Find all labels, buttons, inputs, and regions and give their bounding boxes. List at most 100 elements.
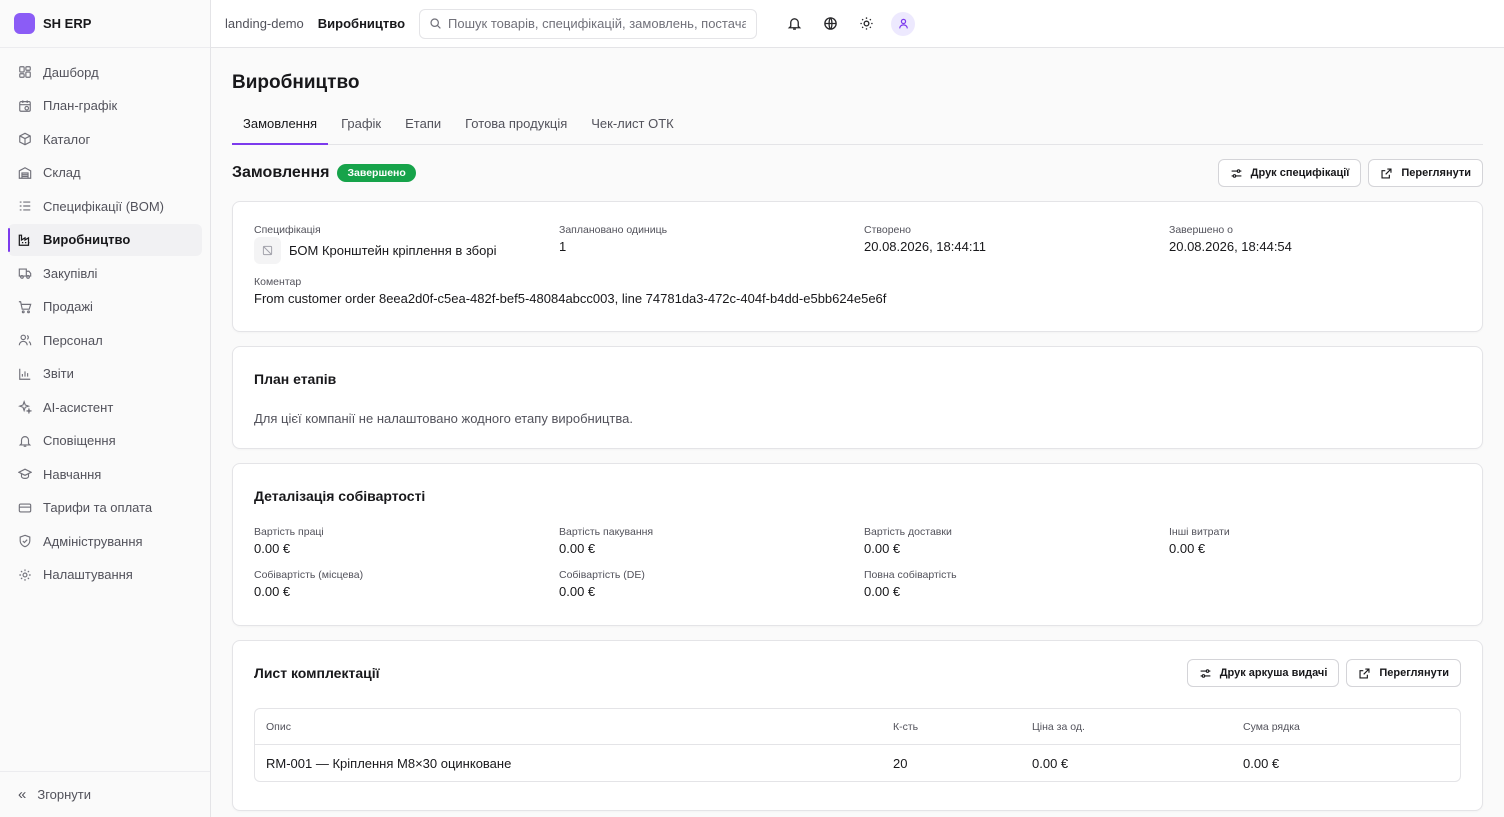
print-spec-button[interactable]: Друк специфікації [1217,159,1362,187]
picklist-title: Лист комплектації [254,665,380,681]
sidebar-item-warehouse[interactable]: Склад [8,157,202,189]
sidebar-item-label: Каталог [43,131,91,147]
warehouse-icon [18,166,32,180]
cost-value: 0.00 € [864,541,901,556]
sidebar-nav: Дашборд План-графік Каталог Склад Специф… [0,48,210,771]
table-header: Опис К-сть Ціна за од. Сума рядка [255,709,1460,745]
user-avatar[interactable] [891,11,916,36]
cost-item: Вартість доставки 0.00 € [864,526,1169,556]
cost-value: 0.00 € [254,584,291,599]
comment-value: From customer order 8eea2d0f-c5ea-482f-b… [254,291,887,306]
sidebar-item-reports[interactable]: Звіти [8,358,202,390]
tabs: Замовлення Графік Етапи Готова продукція… [232,113,1483,145]
sidebar-item-staff[interactable]: Персонал [8,324,202,356]
factory-icon [18,233,32,247]
stages-card: План етапів Для цієї компанії не налашто… [232,346,1483,449]
spec-field: Специфікація БОМ Кронштейн кріплення в з… [254,224,559,264]
sidebar-item-billing[interactable]: Тарифи та оплата [8,492,202,524]
cost-item: Вартість пакування 0.00 € [559,526,864,556]
order-header: Замовлення Завершено Друк специфікації П… [232,159,1483,187]
sidebar-item-label: Тарифи та оплата [43,500,153,515]
sidebar-item-notifications[interactable]: Сповіщення [8,425,202,457]
comment-label: Коментар [254,276,302,288]
bell-icon[interactable] [783,13,805,35]
sidebar-item-label: Специфікації (BOM) [43,198,164,214]
completed-value: 20.08.2026, 18:44:54 [1169,239,1292,254]
sidebar-item-admin[interactable]: Адміністрування [8,525,202,557]
calendar-icon [18,99,32,113]
sidebar-item-ai[interactable]: AI-асистент [8,391,202,423]
table-row[interactable]: RM-001 — Кріплення M8×30 оцинковане 20 0… [255,745,1460,781]
print-issue-sheet-label: Друк аркуша видачі [1219,667,1328,679]
column-header-unit-price[interactable]: Ціна за од. [1032,721,1243,733]
picklist-card: Лист комплектації Друк аркуша видачі Пер… [232,640,1483,811]
tab-finished-goods[interactable]: Готова продукція [454,113,578,145]
picklist-view-label: Переглянути [1379,667,1449,679]
tab-schedule[interactable]: Графік [330,113,392,145]
sidebar-item-label: Сповіщення [43,433,116,448]
globe-icon[interactable] [819,13,841,35]
stages-title: План етапів [254,371,337,387]
topbar: landing-demo Виробництво [211,0,1504,48]
completed-label: Завершено о [1169,224,1233,236]
planned-label: Заплановано одиниць [559,224,668,236]
brand[interactable]: SH ERP [0,0,210,48]
collapse-sidebar-button[interactable]: « Згорнути [0,771,210,817]
tab-qc-checklist[interactable]: Чек-лист ОТК [580,113,684,145]
sidebar-item-label: Продажі [43,299,93,314]
column-header-qty[interactable]: К-сть [893,721,1032,733]
cost-label: Повна собівартість [864,569,957,581]
print-spec-label: Друк специфікації [1250,167,1350,179]
dashboard-icon [18,65,32,79]
sidebar-item-dashboard[interactable]: Дашборд [8,56,202,88]
column-header-line-total[interactable]: Сума рядка [1243,721,1460,733]
sidebar-item-learning[interactable]: Навчання [8,458,202,490]
sidebar-item-catalog[interactable]: Каталог [8,123,202,155]
cost-item: Повна собівартість 0.00 € [864,569,1169,599]
cost-value: 0.00 € [559,584,596,599]
sidebar-item-schedule[interactable]: План-графік [8,90,202,122]
sidebar-item-label: Виробництво [43,232,131,247]
print-issue-sheet-button[interactable]: Друк аркуша видачі [1186,659,1340,687]
cost-label: Вартість праці [254,526,324,538]
picklist-view-button[interactable]: Переглянути [1346,659,1461,687]
sidebar-item-purchases[interactable]: Закупівлі [8,257,202,289]
sidebar-item-sales[interactable]: Продажі [8,291,202,323]
created-value: 20.08.2026, 18:44:11 [864,239,986,254]
search-box[interactable] [419,8,758,39]
costs-title: Деталізація собівартості [254,488,426,504]
picklist-table: Опис К-сть Ціна за од. Сума рядка RM-001… [254,708,1461,782]
cost-label: Собівартість (місцева) [254,569,364,581]
brand-name: SH ERP [43,16,92,31]
sidebar-item-label: План-графік [43,98,118,113]
cost-value: 0.00 € [1169,541,1206,556]
cost-value: 0.00 € [559,541,596,556]
sun-icon[interactable] [855,13,877,35]
completed-field: Завершено о 20.08.2026, 18:44:54 [1169,224,1461,264]
spec-value[interactable]: БОМ Кронштейн кріплення в зборі [289,243,496,258]
sliders-icon [1231,168,1242,178]
tab-stages[interactable]: Етапи [394,113,452,145]
sidebar-item-production[interactable]: Виробництво [8,223,202,256]
sidebar-item-bom[interactable]: Специфікації (BOM) [8,190,202,222]
column-header-description[interactable]: Опис [266,721,893,733]
sidebar: SH ERP Дашборд План-графік Каталог Склад… [0,0,211,817]
view-button[interactable]: Переглянути [1368,159,1483,187]
cost-item: Собівартість (місцева) 0.00 € [254,569,559,599]
tab-orders[interactable]: Замовлення [232,113,329,145]
sidebar-item-settings[interactable]: Налаштування [8,559,202,591]
search-input[interactable] [448,16,747,31]
image-placeholder-icon [254,237,281,264]
comment-field: Коментар From customer order 8eea2d0f-c5… [254,276,1461,306]
planned-value: 1 [559,239,567,254]
view-label: Переглянути [1401,167,1471,179]
shield-icon [18,534,32,548]
collapse-label: Згорнути [37,787,92,802]
cell-qty: 20 [893,755,908,771]
cost-value: 0.00 € [864,584,901,599]
breadcrumb-org[interactable]: landing-demo [225,16,304,31]
sidebar-item-label: Персонал [43,332,103,348]
page-content: Виробництво Замовлення Графік Етапи Гото… [211,48,1504,817]
list-icon [18,199,32,213]
cost-item: Інші витрати 0.00 € [1169,526,1461,556]
